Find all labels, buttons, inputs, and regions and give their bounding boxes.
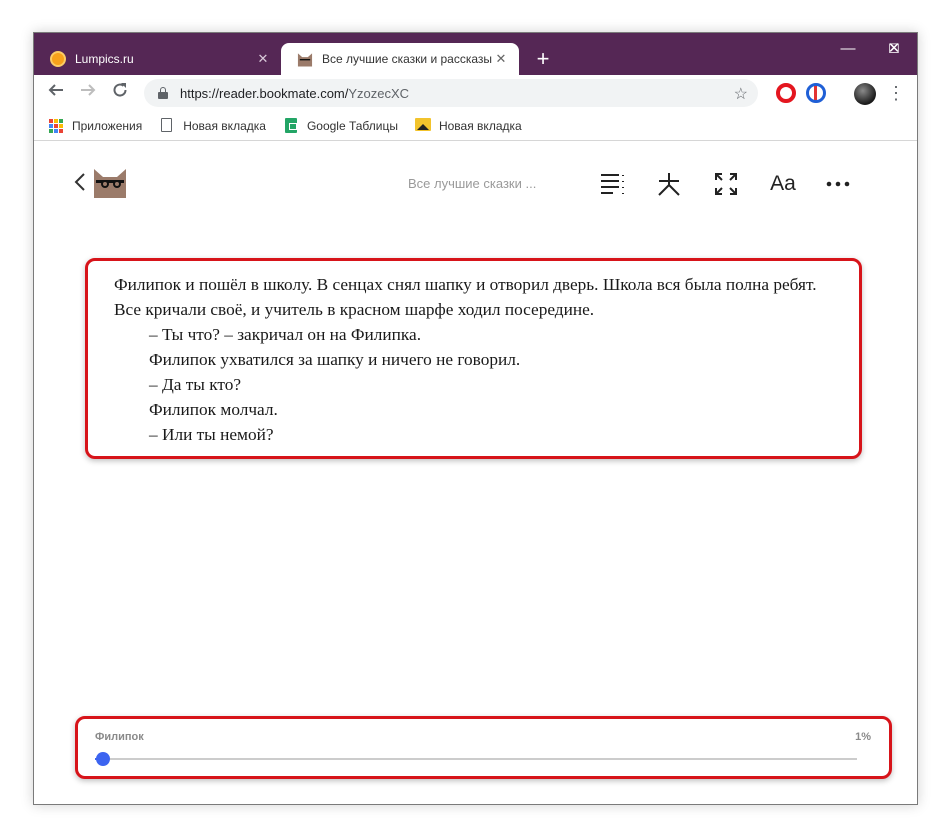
progress-slider-handle[interactable] — [95, 752, 110, 766]
bookmark-star-icon[interactable]: ☆ — [734, 84, 748, 104]
progress-percent: 1% — [855, 731, 871, 743]
url-text: https://reader.bookmate.com/YzozecXC — [180, 85, 410, 101]
browser-menu-icon[interactable]: ⋮ — [886, 81, 906, 105]
lock-icon — [158, 87, 168, 99]
highlighted-text-area: Филипок и пошёл в школу. В сенцах снял ш… — [85, 258, 862, 459]
book-line[interactable]: Филипок молчал. — [114, 397, 833, 422]
forward-arrow-icon[interactable] — [76, 81, 100, 105]
progress-slider[interactable] — [95, 752, 857, 766]
bookmark-label: Google Таблицы — [306, 118, 398, 133]
book-title[interactable]: Все лучшие сказки ... — [408, 176, 536, 191]
bookmark-label: Новая вкладка — [183, 118, 266, 133]
book-line[interactable]: – Или ты немой? — [114, 422, 833, 447]
tab-lumpics[interactable]: Lumpics.ru ✕ — [34, 43, 281, 75]
close-tab-icon[interactable]: ✕ — [255, 51, 271, 67]
close-tab-icon[interactable]: ✕ — [493, 51, 509, 67]
new-tab-button[interactable]: + — [531, 48, 555, 72]
bookmark-label: Приложения — [72, 118, 143, 133]
reload-icon[interactable] — [108, 81, 132, 105]
avatar[interactable] — [854, 83, 876, 105]
tab-title: Все лучшие сказки и рассказы, — [322, 52, 493, 66]
title-bar: Lumpics.ru ✕ Все лучшие сказки и рассказ… — [34, 33, 917, 75]
highlights-asterisk-icon[interactable] — [655, 170, 683, 198]
reader-page: Все лучшие сказки ... Aa Филипок и пошёл… — [34, 142, 917, 804]
bookmark-apps[interactable]: Приложения — [48, 118, 142, 134]
font-settings-button[interactable]: Aa — [767, 170, 799, 198]
back-arrow-icon[interactable] — [44, 81, 68, 105]
opera-extension-icon[interactable] — [776, 83, 796, 103]
bookmark-new-tab[interactable]: Новая вкладка — [159, 117, 266, 134]
minimize-button[interactable]: — — [825, 37, 871, 61]
tab-title: Lumpics.ru — [75, 52, 134, 66]
bookmate-logo-icon[interactable] — [93, 166, 127, 198]
contents-list-icon[interactable] — [599, 170, 627, 198]
address-bar[interactable]: https://reader.bookmate.com/YzozecXC ☆ — [144, 79, 758, 107]
bookmark-new-tab-2[interactable]: Новая вкладка — [414, 117, 522, 134]
close-window-button[interactable]: ✕ — [871, 37, 917, 61]
bookmark-google-sheets[interactable]: Google Таблицы — [283, 117, 398, 134]
book-line[interactable]: – Ты что? – закричал он на Филипка. — [114, 322, 833, 347]
reading-progress-area: Филипок 1% — [75, 716, 892, 779]
browser-window: Lumpics.ru ✕ Все лучшие сказки и рассказ… — [33, 32, 918, 805]
browser-toolbar: https://reader.bookmate.com/YzozecXC ☆ ⋮ — [34, 75, 917, 111]
bookmark-label: Новая вкладка — [438, 118, 522, 133]
image-icon — [414, 117, 431, 134]
page-icon — [159, 117, 175, 134]
fullscreen-icon[interactable] — [712, 170, 740, 198]
lumpics-favicon-icon — [50, 51, 66, 67]
bookmarks-bar: Приложения Новая вкладка Google Таблицы … — [34, 111, 917, 141]
apps-grid-icon — [48, 118, 64, 134]
sheets-icon — [283, 117, 299, 134]
vpn-extension-icon[interactable] — [806, 83, 826, 103]
chapter-name: Филипок — [95, 731, 144, 743]
bookmate-favicon-icon — [297, 51, 313, 67]
book-paragraph[interactable]: Филипок и пошёл в школу. В сенцах снял ш… — [114, 272, 833, 322]
tab-bookmate[interactable]: Все лучшие сказки и рассказы, ✕ — [281, 43, 519, 75]
back-chevron-icon[interactable] — [74, 172, 86, 198]
book-line[interactable]: – Да ты кто? — [114, 372, 833, 397]
book-line[interactable]: Филипок ухватился за шапку и ничего не г… — [114, 347, 833, 372]
more-options-icon[interactable] — [824, 170, 852, 198]
